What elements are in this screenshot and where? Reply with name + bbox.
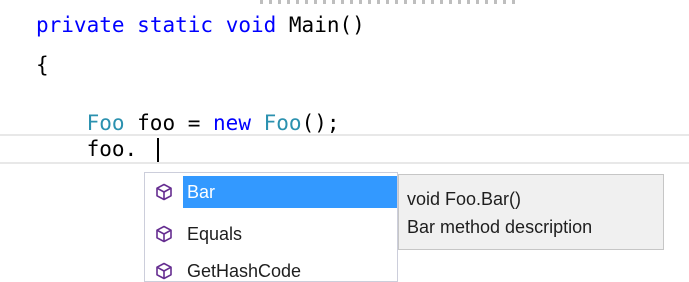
text-caret [157, 138, 159, 162]
code-token-keyword: void [225, 13, 277, 37]
completion-item-equals[interactable]: Equals [145, 218, 397, 250]
code-token-plain: (); [301, 111, 340, 135]
completion-item-gethashcode[interactable]: GetHashCode [145, 255, 397, 281]
clipped-code-fragment [260, 0, 520, 4]
completion-item-label: GetHashCode [187, 261, 302, 281]
code-line-2[interactable]: { [36, 50, 49, 80]
code-token-plain: foo. [36, 137, 138, 161]
tooltip-signature: void Foo.Bar() [407, 189, 522, 209]
intellisense-completion-list[interactable]: Bar Equals GetHashCode [144, 172, 398, 282]
completion-item-bar[interactable]: Bar [145, 176, 397, 208]
code-token-type: Foo [263, 111, 302, 135]
method-icon [145, 255, 183, 281]
completion-item-label: Bar [183, 176, 397, 208]
code-line-5[interactable]: foo. [36, 134, 138, 164]
code-line-1[interactable]: private static void Main() [36, 10, 365, 40]
code-token-plain: foo = [124, 111, 214, 135]
code-token-type: Foo [86, 111, 125, 135]
quick-info-tooltip: void Foo.Bar() Bar method description [398, 174, 664, 250]
method-icon [145, 218, 183, 250]
tooltip-description: Bar method description [407, 217, 593, 237]
code-token-keyword: static [137, 13, 214, 37]
code-token-keyword: private [36, 13, 125, 37]
code-token-plain: Main() [276, 13, 365, 37]
code-token-plain: { [36, 53, 49, 77]
completion-item-label: Equals [187, 224, 243, 244]
code-token-keyword: new [213, 111, 251, 135]
method-icon [145, 176, 183, 208]
